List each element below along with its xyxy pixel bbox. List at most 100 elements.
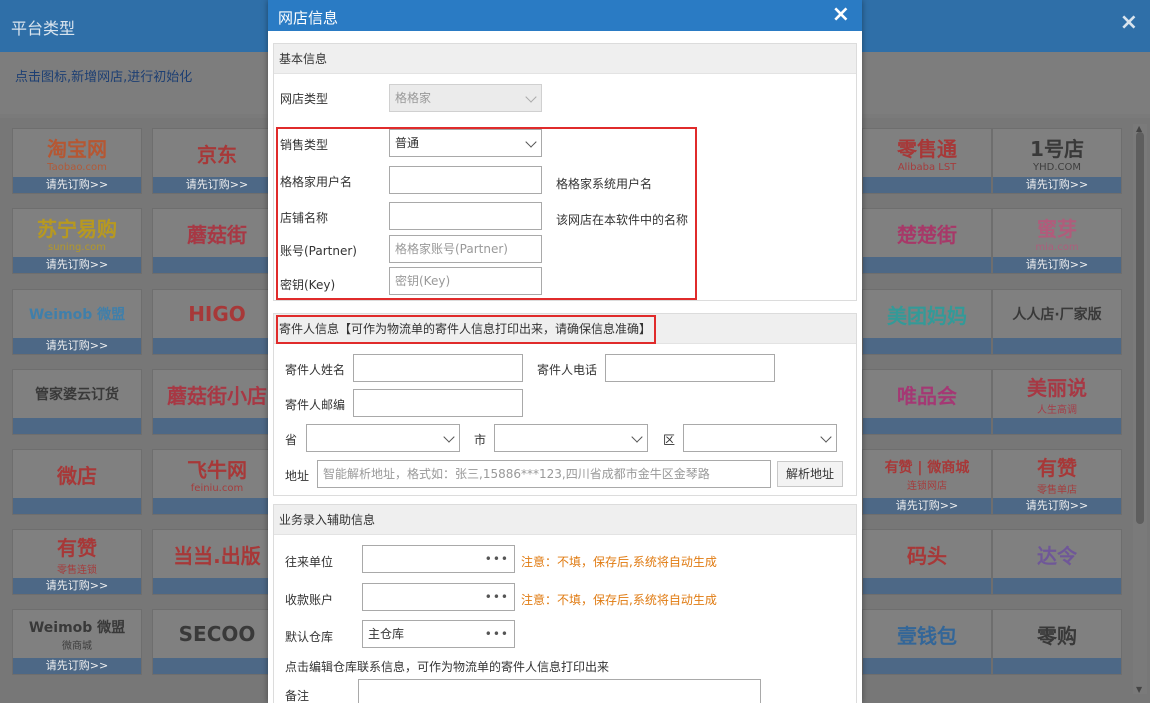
platform-tile-linggou[interactable]: 零购 xyxy=(992,609,1122,675)
subscribe-link[interactable]: 请先订购>> xyxy=(13,177,141,193)
subscribe-link xyxy=(153,498,281,514)
subscribe-link[interactable]: 请先订购>> xyxy=(13,257,141,273)
platform-logo-text: Weimob 微盟 xyxy=(28,307,126,323)
platform-logo-text: 零购 xyxy=(1037,623,1077,648)
sender-phone-input[interactable] xyxy=(605,354,775,382)
subscribe-link[interactable]: 请先订购>> xyxy=(993,177,1121,193)
platform-tile-vip[interactable]: 唯品会 xyxy=(862,369,992,435)
platform-logo-subtext: feiniu.com xyxy=(190,483,244,494)
subscribe-link[interactable]: 请先订购>> xyxy=(13,578,141,594)
platform-tile-chuchujie[interactable]: 楚楚街 xyxy=(862,208,992,274)
platform-tile-mogujie[interactable]: 蘑菇街 xyxy=(152,208,282,274)
platform-logo-subtext: 微商城 xyxy=(62,640,92,652)
platform-tile-lst[interactable]: 零售通 Alibaba LST xyxy=(862,128,992,194)
platform-tile-secoo[interactable]: SECOO xyxy=(152,609,282,675)
shop-info-dialog: 网店信息 × 基本信息 网店类型 格格家 销售类型 普通 格格家用户名 格格家系… xyxy=(268,0,862,703)
subscribe-link xyxy=(863,578,991,594)
platform-tile-guanjiapo[interactable]: 管家婆云订货 xyxy=(12,369,142,435)
platform-logo-subtext: 连锁网店 xyxy=(907,480,947,492)
platform-logo-text: 微店 xyxy=(57,463,97,488)
platform-tile-weimob[interactable]: Weimob 微盟 请先订购>> xyxy=(12,289,142,355)
platform-tile-yhd[interactable]: 1号店 YHD.COM 请先订购>> xyxy=(992,128,1122,194)
platform-tile-matou[interactable]: 码头 xyxy=(862,529,992,595)
platform-logo-text: 苏宁易购 xyxy=(37,217,117,241)
platform-logo: 达令 xyxy=(993,530,1121,578)
subscribe-link[interactable]: 请先订购>> xyxy=(863,498,991,514)
platform-logo: Weimob 微盟微商城 xyxy=(13,610,141,658)
platform-tile-youzan-retail-chain[interactable]: 有赞 零售连锁 请先订购>> xyxy=(12,529,142,595)
platform-tile-weimob-mall[interactable]: Weimob 微盟微商城请先订购>> xyxy=(12,609,142,675)
sender-info-section: 寄件人信息【可作为物流单的寄件人信息打印出来，请确保信息准确】 寄件人姓名 寄件… xyxy=(273,313,857,496)
parse-address-button[interactable]: 解析地址 xyxy=(777,461,843,487)
dialog-body: 基本信息 网店类型 格格家 销售类型 普通 格格家用户名 格格家系统用户名 店铺… xyxy=(268,31,862,703)
basic-info-heading: 基本信息 xyxy=(274,44,856,74)
address-input[interactable]: 智能解析地址，格式如：张三,15886***123,四川省成都市金牛区金琴路 xyxy=(317,460,771,488)
dialog-title: 网店信息 xyxy=(278,9,339,27)
subscribe-link[interactable]: 请先订购>> xyxy=(153,177,281,193)
subscribe-link xyxy=(863,658,991,674)
platform-logo: 京东 xyxy=(153,129,281,177)
subscribe-link xyxy=(863,418,991,434)
platform-logo: 零购 xyxy=(993,610,1121,658)
subscribe-link xyxy=(863,257,991,273)
subscribe-link xyxy=(993,338,1121,354)
platform-scrollbar[interactable]: ▲ ▼ xyxy=(1133,124,1147,694)
platform-tile-meituan[interactable]: 美团妈妈 xyxy=(862,289,992,355)
platform-tile-weidian[interactable]: 微店 xyxy=(12,449,142,515)
platform-tile-higo[interactable]: HIGO xyxy=(152,289,282,355)
sender-name-label: 寄件人姓名 xyxy=(285,363,346,377)
platform-logo-text: HIGO xyxy=(188,302,246,326)
district-select[interactable] xyxy=(683,424,837,452)
platform-tile-meilishuo[interactable]: 美丽说 人生高调 xyxy=(992,369,1122,435)
platform-logo: 有赞 | 微商城 连锁网店 xyxy=(863,450,991,498)
account-input[interactable]: ••• xyxy=(362,583,515,611)
platform-window-title: 平台类型 xyxy=(11,19,76,38)
account-label: 收款账户 xyxy=(285,593,334,607)
province-select[interactable] xyxy=(306,424,460,452)
platform-tile-suning[interactable]: 苏宁易购 suning.com 请先订购>> xyxy=(12,208,142,274)
chevron-down-icon xyxy=(525,91,537,103)
partner-unit-input[interactable]: ••• xyxy=(362,545,515,573)
sender-zip-input[interactable] xyxy=(353,389,523,417)
city-label: 市 xyxy=(474,433,487,447)
platform-logo-text: Weimob 微盟 xyxy=(28,619,126,636)
dialog-header: 网店信息 × xyxy=(268,0,862,31)
more-icon[interactable]: ••• xyxy=(485,546,509,572)
platform-tile-taobao[interactable]: 淘宝网 Taobao.com 请先订购>> xyxy=(12,128,142,194)
dialog-close-icon[interactable]: × xyxy=(832,3,850,27)
platform-tile-feiniu[interactable]: 飞牛网 feiniu.com xyxy=(152,449,282,515)
platform-tile-daling[interactable]: 达令 xyxy=(992,529,1122,595)
partner-unit-note: 注意：不填，保存后,系统将自动生成 xyxy=(521,555,717,569)
remark-label: 备注 xyxy=(285,689,310,703)
platform-logo-subtext: 零售连锁 xyxy=(57,565,97,576)
warehouse-input[interactable]: 主仓库 ••• xyxy=(362,620,515,648)
subscribe-link xyxy=(153,257,281,273)
platform-tile-youzan-chain[interactable]: 有赞 | 微商城 连锁网店 请先订购>> xyxy=(862,449,992,515)
more-icon[interactable]: ••• xyxy=(485,584,509,610)
subscribe-link[interactable]: 请先订购>> xyxy=(13,338,141,354)
subscribe-link[interactable]: 请先订购>> xyxy=(993,498,1121,514)
platform-logo: 美丽说 人生高调 xyxy=(993,370,1121,418)
remark-textarea[interactable] xyxy=(358,679,761,703)
platform-tile-mogujie-xiaodian[interactable]: 蘑菇街小店 xyxy=(152,369,282,435)
platform-tile-jd[interactable]: 京东 请先订购>> xyxy=(152,128,282,194)
province-label: 省 xyxy=(285,433,298,447)
platform-tile-mia[interactable]: 蜜芽 mia.com 请先订购>> xyxy=(992,208,1122,274)
shop-type-label: 网店类型 xyxy=(280,92,329,106)
scroll-down-icon[interactable]: ▼ xyxy=(1136,685,1142,694)
warehouse-edit-hint[interactable]: 点击编辑仓库联系信息，可作为物流单的寄件人信息打印出来 xyxy=(285,658,609,675)
subscribe-link xyxy=(13,498,141,514)
more-icon[interactable]: ••• xyxy=(485,621,509,647)
platform-tile-renrendian[interactable]: 人人店·厂家版 xyxy=(992,289,1122,355)
city-select[interactable] xyxy=(494,424,648,452)
platform-window-close-icon[interactable]: × xyxy=(1120,12,1138,34)
platform-tile-youzan-retail[interactable]: 有赞 零售单店 请先订购>> xyxy=(992,449,1122,515)
subscribe-link[interactable]: 请先订购>> xyxy=(993,257,1121,273)
subscribe-link[interactable]: 请先订购>> xyxy=(13,658,141,674)
sender-name-input[interactable] xyxy=(353,354,523,382)
subscribe-link xyxy=(13,418,141,434)
scrollbar-thumb[interactable] xyxy=(1136,132,1144,524)
shop-type-select: 格格家 xyxy=(389,84,542,112)
platform-tile-yiqianbao[interactable]: 壹钱包 xyxy=(862,609,992,675)
platform-tile-dangdang[interactable]: 当当.出版 xyxy=(152,529,282,595)
